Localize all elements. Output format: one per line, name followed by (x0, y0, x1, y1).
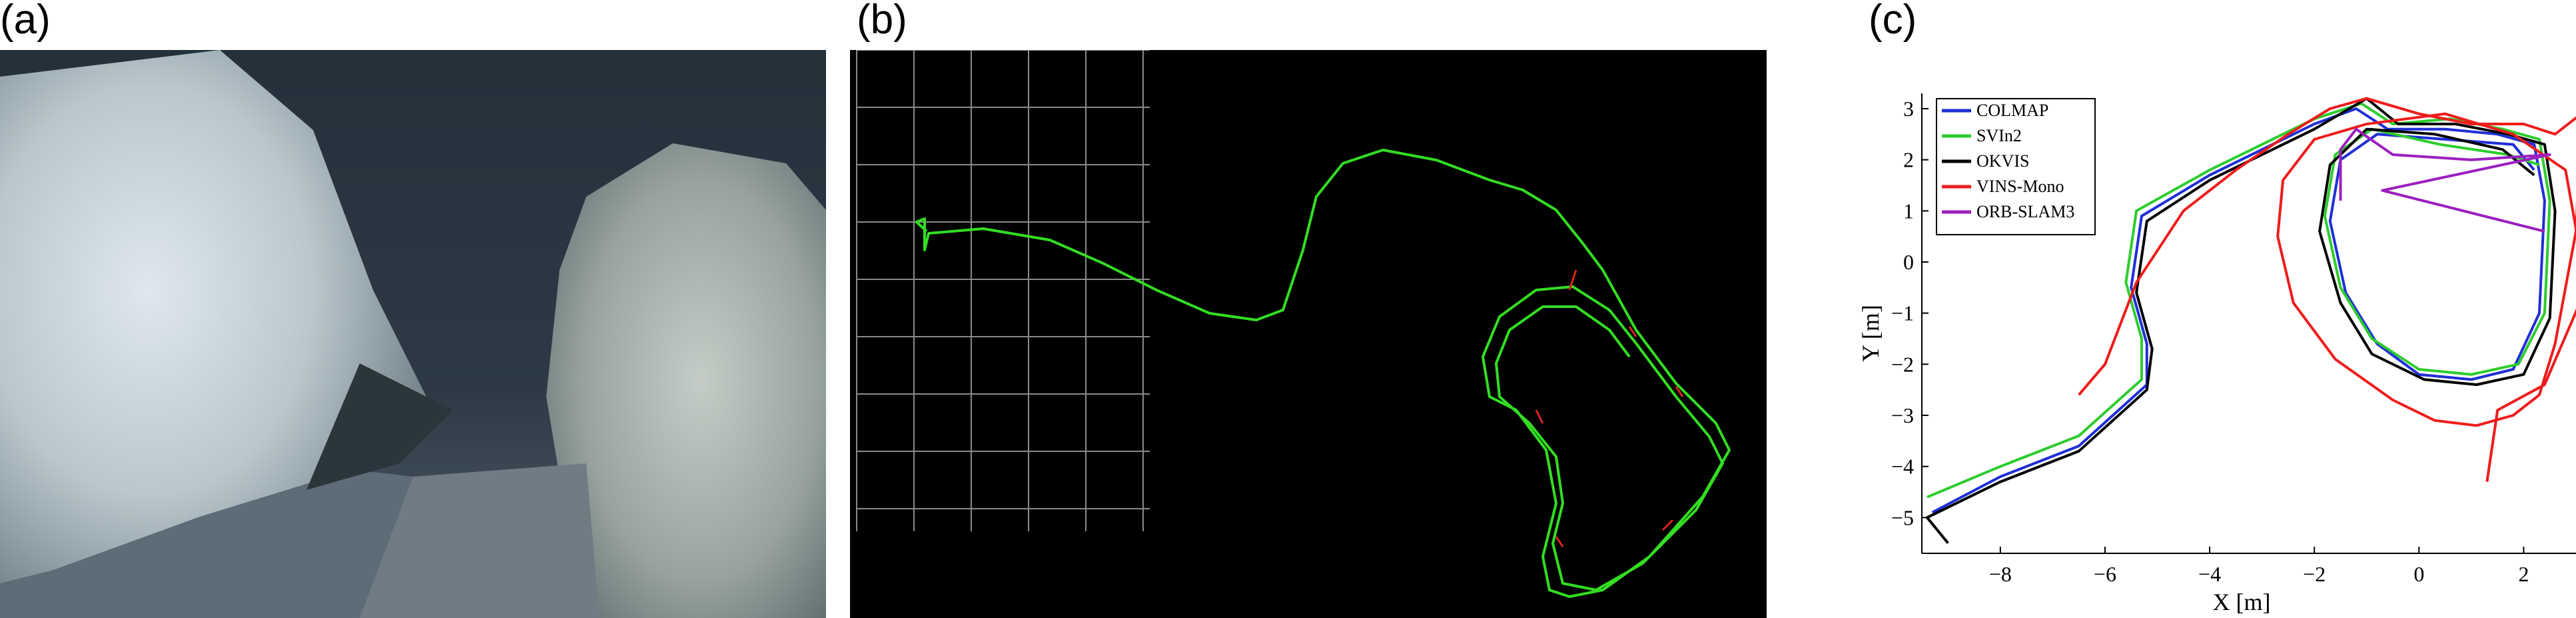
x-tick-label: −8 (1989, 562, 2012, 586)
x-tick-label: −6 (2094, 562, 2116, 586)
y-tick-label: 1 (1903, 199, 1914, 223)
x-tick-label: −2 (2303, 562, 2326, 586)
trajectory-comparison-chart: −8 −6 −4 −2 0 2 −5 −4 −3 −2 −1 0 1 2 3 COLMAP SVIn2 OKVIS… (1857, 93, 2576, 615)
y-tick-label: −3 (1891, 403, 1914, 427)
y-tick-label: 2 (1903, 148, 1914, 172)
legend: COLMAP SVIn2 OKVIS VINS-Mono ORB-SLAM3 (1936, 98, 2096, 235)
x-axis-label: X [m] (2213, 589, 2271, 615)
ground-grid (856, 50, 1150, 531)
cave-photo (0, 50, 826, 618)
panel-label-a: (a) (0, 0, 51, 43)
y-tick-label: 3 (1903, 97, 1914, 121)
legend-label: ORB-SLAM3 (1976, 202, 2074, 221)
legend-label: VINS-Mono (1976, 177, 2064, 196)
y-tick-label: −5 (1891, 505, 1914, 529)
legend-label: COLMAP (1976, 101, 2048, 120)
y-axis-label: Y [m] (1857, 305, 1884, 362)
x-tick-label: −4 (2198, 562, 2221, 586)
x-tick-label: 2 (2518, 562, 2529, 586)
series-line-vins-mono (2078, 97, 2576, 482)
y-tick-label: −4 (1891, 455, 1914, 479)
y-tick-label: 0 (1903, 250, 1914, 274)
legend-label: SVIn2 (1976, 126, 2022, 145)
legend-label: OKVIS (1976, 151, 2029, 171)
y-tick-label: −1 (1891, 301, 1914, 325)
trajectory-view (850, 50, 1767, 618)
y-tick-label: −2 (1891, 352, 1914, 376)
x-tick-label: 0 (2413, 562, 2424, 586)
panel-label-b: (b) (857, 0, 907, 43)
estimated-trajectory-line (915, 149, 1731, 598)
